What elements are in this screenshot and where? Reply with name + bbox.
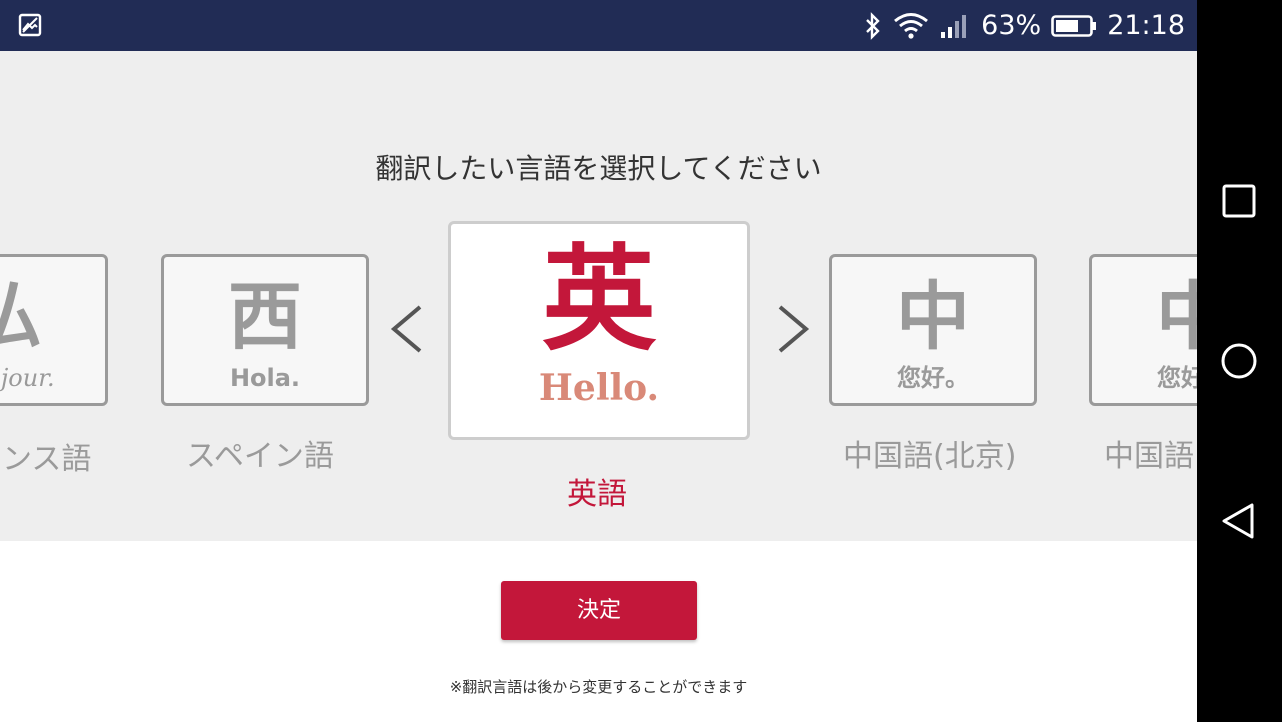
triangle-back-icon[interactable] — [1219, 501, 1259, 541]
clock: 21:18 — [1107, 10, 1185, 41]
confirm-button[interactable]: 決定 — [501, 581, 697, 640]
language-greeting: Hello. — [538, 367, 660, 409]
wifi-icon — [894, 12, 929, 39]
square-icon[interactable] — [1219, 181, 1259, 221]
language-card-spanish[interactable]: 西 Hola. — [161, 254, 369, 406]
language-greeting: Hola. — [229, 364, 301, 392]
language-greeting: Bonjour. — [0, 364, 55, 392]
language-label-chinese-beijing: 中国語(北京) — [843, 439, 1017, 474]
language-label-chinese: 中国語 — [1104, 439, 1194, 474]
app-screen: 63% 21:18 翻訳したい言語を選択してください 仏 Bonjour. フラ… — [0, 0, 1197, 722]
language-card-french[interactable]: 仏 Bonjour. — [0, 254, 108, 406]
chevron-left-icon[interactable] — [388, 299, 428, 359]
language-kanji: 中 — [896, 274, 970, 360]
footnote: ※翻訳言語は後から変更することができます — [449, 678, 748, 696]
language-card-chinese[interactable]: 中 您好。 — [1089, 254, 1197, 406]
status-bar: 63% 21:18 — [0, 0, 1197, 51]
bluetooth-icon — [866, 11, 880, 40]
circle-icon[interactable] — [1219, 341, 1259, 381]
navigation-bar — [1197, 0, 1282, 722]
picker-prompt: 翻訳したい言語を選択してください — [375, 152, 822, 185]
status-right: 63% 21:18 — [863, 0, 1185, 51]
language-card-chinese-beijing[interactable]: 中 您好。 — [829, 254, 1037, 406]
language-label-french: フランス語 — [0, 442, 92, 477]
language-kanji: 仏 — [0, 274, 41, 360]
signal-icon — [941, 14, 967, 38]
language-kanji: 英 — [541, 233, 656, 366]
language-picker: 翻訳したい言語を選択してください 仏 Bonjour. フランス語 西 Hola… — [0, 51, 1197, 541]
image-icon — [18, 13, 42, 37]
language-label-spanish: スペイン語 — [186, 439, 334, 474]
language-label-english: 英語 — [567, 477, 627, 512]
battery-icon — [1051, 14, 1097, 37]
language-kanji: 中 — [1156, 274, 1197, 360]
language-greeting: 您好。 — [1157, 364, 1197, 392]
chevron-right-icon[interactable] — [772, 299, 812, 359]
language-greeting: 您好。 — [897, 364, 969, 392]
language-kanji: 西 — [228, 274, 302, 360]
battery-percent: 63% — [981, 10, 1042, 41]
language-card-english-selected[interactable]: 英 Hello. — [448, 221, 750, 440]
